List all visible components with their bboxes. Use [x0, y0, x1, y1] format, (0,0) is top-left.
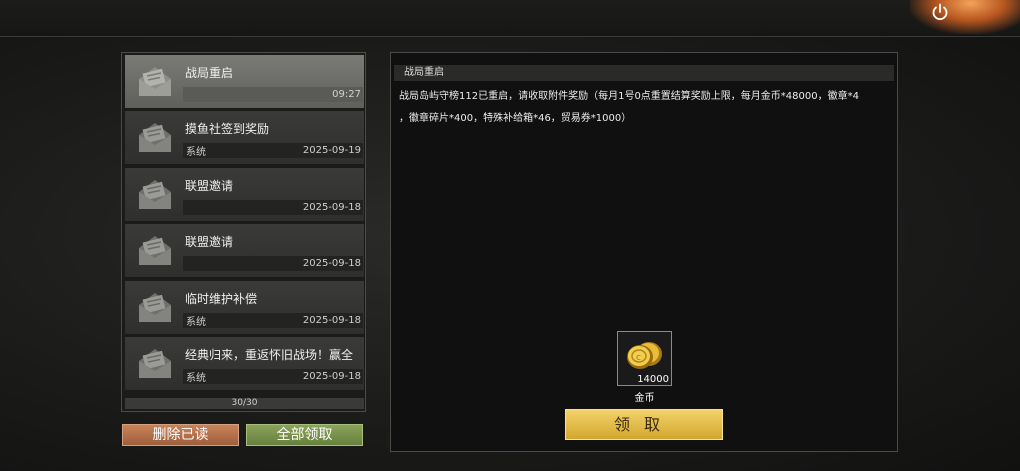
reward-name: 金币: [634, 393, 655, 404]
mail-body-line: 战局岛屿守榜112已重启，请收取附件奖励（每月1号0点重置结算奖励上限，每月金币…: [399, 91, 859, 102]
claim-all-button[interactable]: 全部领取: [246, 424, 363, 446]
mail-envelope-icon: [139, 123, 171, 152]
mail-sender: 系统: [186, 373, 206, 384]
claim-button[interactable]: 领取: [565, 409, 723, 440]
mail-item[interactable]: 联盟邀请 2025-09-18: [125, 224, 364, 277]
mail-body-line: ，徽章碎片*400，特殊补给箱*46，贸易券*1000）: [399, 113, 632, 124]
reward-quantity: 14000: [637, 374, 669, 385]
reward-slot[interactable]: c 14000: [617, 331, 672, 386]
mail-title: 联盟邀请: [185, 235, 234, 249]
mail-meta: 系统 2025-09-19: [183, 143, 363, 158]
mail-envelope-icon: [139, 67, 171, 96]
mail-title: 摸鱼社签到奖励: [185, 122, 270, 136]
mail-list: 战局重启 09:27 摸鱼社签到奖励 系统 2025-09-19 联盟邀请 20…: [121, 52, 366, 412]
mail-date: 09:27: [332, 89, 361, 100]
mail-item[interactable]: 摸鱼社签到奖励 系统 2025-09-19: [125, 111, 364, 164]
mail-envelope-icon: [139, 349, 171, 378]
mail-title: 联盟邀请: [185, 179, 234, 193]
top-bar: [0, 0, 1020, 37]
mail-title: 经典归来，重返怀旧战场！赢全: [185, 348, 354, 362]
mail-meta: 2025-09-18: [183, 200, 363, 215]
mail-date: 2025-09-18: [302, 315, 361, 326]
power-glow: [910, 0, 1020, 34]
mail-sender: 系统: [186, 317, 206, 328]
mail-title: 战局重启: [185, 66, 234, 80]
mail-envelope-icon: [139, 180, 171, 209]
mail-envelope-icon: [139, 293, 171, 322]
mail-date: 2025-09-18: [302, 371, 361, 382]
mail-item[interactable]: 经典归来，重返怀旧战场！赢全 系统 2025-09-18: [125, 337, 364, 390]
mail-meta: 系统 2025-09-18: [183, 369, 363, 384]
mail-meta: 09:27: [183, 87, 363, 102]
mail-count: 30/30: [125, 398, 364, 409]
mail-meta: 系统 2025-09-18: [183, 313, 363, 328]
mail-sender: 系统: [186, 147, 206, 158]
gold-coins-icon: c: [627, 342, 662, 369]
mail-envelope-icon: [139, 236, 171, 265]
mail-detail-body: 战局岛屿守榜112已重启，请收取附件奖励（每月1号0点重置结算奖励上限，每月金币…: [399, 86, 887, 130]
delete-read-button[interactable]: 删除已读: [122, 424, 239, 446]
mail-detail-panel: 战局重启 战局岛屿守榜112已重启，请收取附件奖励（每月1号0点重置结算奖励上限…: [390, 52, 898, 452]
mail-date: 2025-09-18: [302, 258, 361, 269]
mail-date: 2025-09-18: [302, 202, 361, 213]
mail-item[interactable]: 联盟邀请 2025-09-18: [125, 168, 364, 221]
mail-detail-title: 战局重启: [394, 65, 894, 81]
mail-title: 临时维护补偿: [185, 292, 258, 306]
mail-meta: 2025-09-18: [183, 256, 363, 271]
mail-item[interactable]: 战局重启 09:27: [125, 55, 364, 108]
mail-date: 2025-09-19: [302, 145, 361, 156]
mail-item[interactable]: 临时维护补偿 系统 2025-09-18: [125, 281, 364, 334]
power-icon: [932, 3, 948, 21]
svg-text:c: c: [636, 353, 641, 363]
power-button[interactable]: [928, 0, 952, 24]
